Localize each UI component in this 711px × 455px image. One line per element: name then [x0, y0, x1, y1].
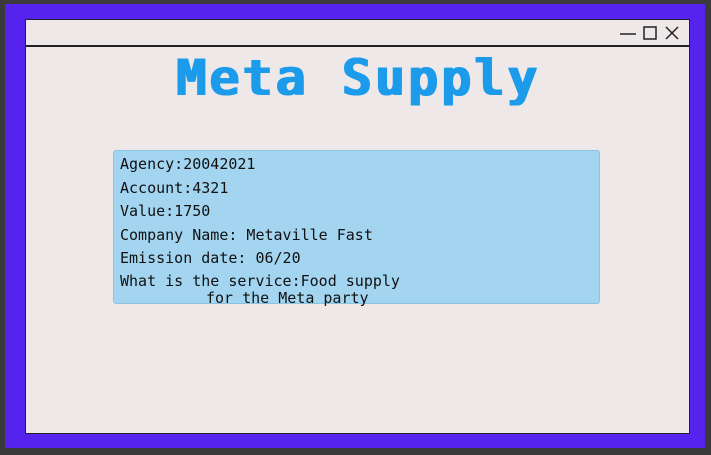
app-window: Meta Supply Agency:20042021 Account:4321… [25, 19, 690, 434]
company-name-field: Company Name: Metaville Fast [120, 225, 373, 244]
agency-field: Agency:20042021 [120, 155, 256, 173]
service-field: What is the service:Food supply for the … [120, 271, 599, 307]
account-field: Account:4321 [120, 178, 229, 197]
minimize-button[interactable] [619, 24, 637, 42]
emission-date-field: Emission date: 06/20 [120, 249, 301, 267]
maximize-icon [643, 26, 657, 40]
close-icon [665, 26, 679, 40]
window-controls [619, 22, 681, 44]
invoice-details-panel: Agency:20042021 Account:4321 Value:1750 … [113, 150, 600, 307]
outer-frame: Meta Supply Agency:20042021 Account:4321… [0, 0, 711, 455]
minimize-icon [620, 33, 636, 35]
service-line-2: for the Meta party [206, 288, 369, 307]
app-title: Meta Supply [175, 49, 540, 107]
close-button[interactable] [663, 24, 681, 42]
value-field: Value:1750 [120, 202, 211, 220]
maximize-button[interactable] [641, 24, 659, 42]
title-bar [26, 20, 689, 47]
service-line-1: What is the service:Food supply [120, 271, 400, 290]
